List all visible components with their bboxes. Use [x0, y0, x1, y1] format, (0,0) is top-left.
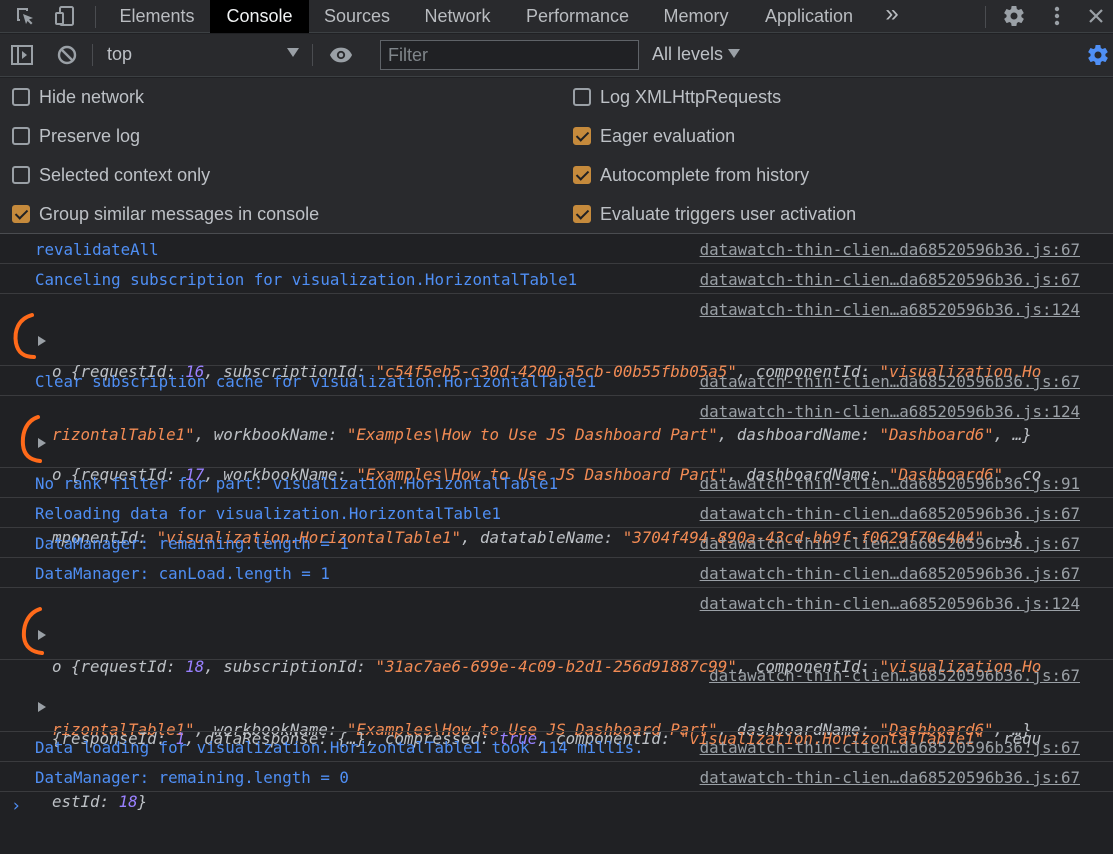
log-source-link[interactable]: datawatch-thin-clien…da68520596b36.js:67: [700, 270, 1080, 289]
checkbox[interactable]: [12, 88, 30, 106]
tab-sources[interactable]: Sources: [310, 0, 404, 33]
tab-divider: [95, 6, 96, 28]
log-entry: No rank filter for part: visualization.H…: [0, 468, 1113, 498]
log-source-link[interactable]: datawatch-thin-clien…a68520596b36.js:124: [700, 300, 1080, 319]
console-log: revalidateAll datawatch-thin-clien…da685…: [0, 234, 1113, 854]
log-entry: Canceling subscription for visualization…: [0, 264, 1113, 294]
log-entry: DataManager: remaining.length = 0 datawa…: [0, 762, 1113, 792]
setting-label: Log XMLHttpRequests: [600, 86, 782, 107]
tab-console[interactable]: Console: [210, 0, 309, 33]
log-source-link[interactable]: datawatch-thin-clien…da68520596b36.js:67: [700, 534, 1080, 553]
annotation-bracket-icon: [20, 415, 42, 463]
log-message: DataManager: canLoad.length = 1: [35, 564, 330, 583]
setting-preserve-log[interactable]: Preserve log: [12, 124, 140, 148]
chevron-down-icon[interactable]: [287, 48, 299, 57]
log-entry: Clear subscription cache for visualizati…: [0, 366, 1113, 396]
log-entry-object[interactable]: datawatch-thin-clien…a68520596b36.js:124…: [0, 396, 1113, 547]
close-icon[interactable]: [1084, 4, 1108, 28]
checkbox[interactable]: [12, 166, 30, 184]
console-settings-gear-icon[interactable]: [1086, 43, 1110, 67]
setting-hide-network[interactable]: Hide network: [12, 85, 144, 109]
setting-eager-evaluation[interactable]: Eager evaluation: [573, 124, 735, 148]
log-entry-object[interactable]: datawatch-thin-clien…a68520596b36.js:124…: [0, 294, 1113, 444]
annotation-bracket-icon: [13, 313, 36, 359]
tab-divider: [985, 6, 986, 28]
checkbox-checked[interactable]: [573, 127, 591, 145]
checkbox-checked[interactable]: [12, 205, 30, 223]
sidebar-toggle-icon[interactable]: [10, 43, 34, 67]
context-selector[interactable]: top: [107, 44, 132, 65]
setting-label: Eager evaluation: [600, 125, 736, 146]
setting-label: Evaluate triggers user activation: [600, 203, 857, 224]
log-source-link[interactable]: datawatch-thin-clien…da68520596b36.js:67: [700, 504, 1080, 523]
log-message: DataManager: remaining.length = 1: [35, 534, 349, 553]
log-entry: DataManager: canLoad.length = 1 datawatc…: [0, 558, 1113, 588]
setting-autocomplete-history[interactable]: Autocomplete from history: [573, 163, 809, 187]
tab-network[interactable]: Network: [405, 0, 510, 33]
toolbar-divider: [92, 44, 93, 66]
console-toolbar: top All levels: [0, 34, 1113, 77]
setting-label: Autocomplete from history: [600, 164, 810, 185]
setting-label: Preserve log: [39, 125, 141, 146]
log-message: DataManager: remaining.length = 0: [35, 768, 349, 787]
annotation-bracket-icon: [21, 607, 44, 655]
console-settings-pane: Hide network Preserve log Selected conte…: [0, 78, 1113, 234]
kebab-menu-icon[interactable]: [1045, 4, 1069, 28]
log-source-link[interactable]: datawatch-thin-clien…da68520596b36.js:67: [700, 372, 1080, 391]
log-entry: DataManager: remaining.length = 1 datawa…: [0, 528, 1113, 558]
setting-evaluate-triggers[interactable]: Evaluate triggers user activation: [573, 202, 856, 226]
more-tabs-button[interactable]: »: [874, 0, 910, 33]
object-preview-line: estId: 18}: [52, 792, 148, 811]
log-source-link[interactable]: datawatch-thin-clien…da68520596b36.js:67: [700, 768, 1080, 787]
log-entry-object[interactable]: datawatch-thin-clien…a68520596b36.js:124…: [0, 588, 1113, 739]
log-source-link[interactable]: datawatch-thin-clien…da68520596b36.js:67: [700, 240, 1080, 259]
tab-application[interactable]: Application: [748, 0, 870, 33]
tab-elements[interactable]: Elements: [105, 0, 209, 33]
checkbox-checked[interactable]: [573, 166, 591, 184]
tab-memory[interactable]: Memory: [645, 0, 747, 33]
toolbar-divider: [312, 44, 313, 66]
devtools-tab-strip: Elements Console Sources Network Perform…: [0, 0, 1113, 33]
checkbox-checked[interactable]: [573, 205, 591, 223]
checkbox[interactable]: [573, 88, 591, 106]
setting-selected-context-only[interactable]: Selected context only: [12, 163, 210, 187]
eye-icon[interactable]: [329, 43, 353, 67]
log-source-link[interactable]: datawatch-thin-clien…a68520596b36.js:67: [709, 666, 1080, 685]
chevron-down-icon[interactable]: [728, 49, 740, 58]
log-source-link[interactable]: datawatch-thin-clien…da68520596b36.js:91: [700, 474, 1080, 493]
inspect-element-icon[interactable]: [13, 4, 37, 28]
expand-triangle-icon[interactable]: [38, 336, 46, 346]
setting-label: Group similar messages in console: [39, 203, 320, 224]
log-source-link[interactable]: datawatch-thin-clien…da68520596b36.js:67: [700, 564, 1080, 583]
log-entry: Reloading data for visualization.Horizon…: [0, 498, 1113, 528]
log-source-link[interactable]: datawatch-thin-clien…a68520596b36.js:124: [700, 402, 1080, 421]
log-message: Canceling subscription for visualization…: [35, 270, 578, 289]
log-message: revalidateAll: [35, 240, 159, 259]
log-message: Clear subscription cache for visualizati…: [35, 372, 597, 391]
device-toolbar-icon[interactable]: [53, 4, 77, 28]
expand-triangle-icon[interactable]: [38, 702, 46, 712]
log-levels-dropdown[interactable]: All levels: [652, 44, 723, 65]
console-prompt[interactable]: ›: [11, 796, 21, 816]
log-source-link[interactable]: datawatch-thin-clien…a68520596b36.js:124: [700, 594, 1080, 613]
log-entry: Data loading for visualization.Horizonta…: [0, 732, 1113, 762]
setting-group-similar[interactable]: Group similar messages in console: [12, 202, 319, 226]
log-message: No rank filter for part: visualization.H…: [35, 474, 559, 493]
log-message: Reloading data for visualization.Horizon…: [35, 504, 502, 523]
setting-label: Hide network: [39, 86, 145, 107]
log-entry: revalidateAll datawatch-thin-clien…da685…: [0, 234, 1113, 264]
setting-log-xhr[interactable]: Log XMLHttpRequests: [573, 85, 781, 109]
filter-input[interactable]: [380, 40, 639, 70]
checkbox[interactable]: [12, 127, 30, 145]
log-entry-object[interactable]: datawatch-thin-clien…a68520596b36.js:67 …: [0, 660, 1113, 811]
gear-icon[interactable]: [1002, 4, 1026, 28]
tab-performance[interactable]: Performance: [511, 0, 644, 33]
clear-console-icon[interactable]: [55, 43, 79, 67]
setting-label: Selected context only: [39, 164, 211, 185]
log-message: Data loading for visualization.Horizonta…: [35, 738, 644, 757]
log-source-link[interactable]: datawatch-thin-clien…da68520596b36.js:67: [700, 738, 1080, 757]
